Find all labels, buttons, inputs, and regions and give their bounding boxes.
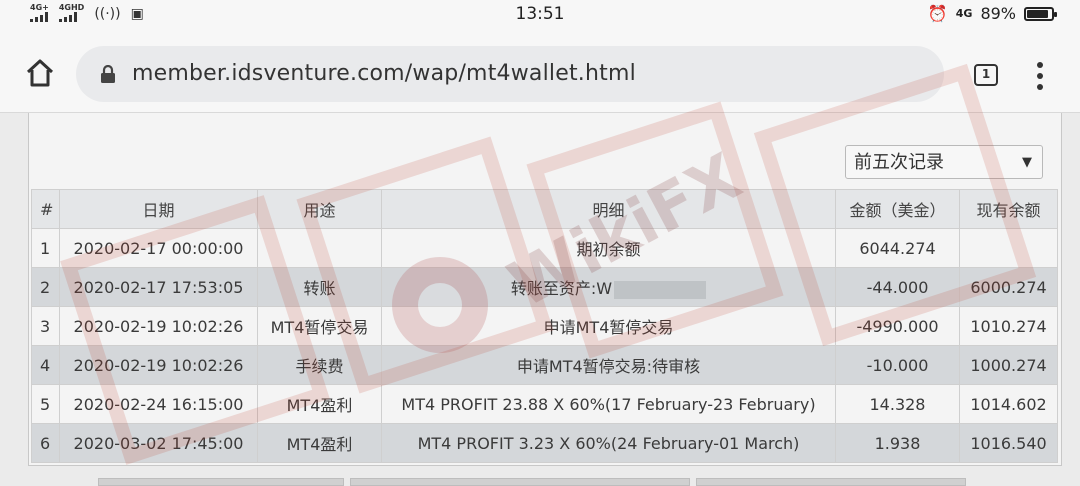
cell-detail: 申请MT4暂停交易 [381, 306, 836, 346]
cell-purpose: MT4盈利 [257, 423, 382, 463]
table-row: 5 2020-02-24 16:15:00 MT4盈利 MT4 PROFIT 2… [31, 384, 1058, 424]
table-row: 1 2020-02-17 00:00:00 期初余额 6044.274 [31, 228, 1058, 268]
col-header-purpose: 用途 [257, 189, 382, 229]
battery-percent: 89% [980, 4, 1016, 23]
col-header-no: # [31, 189, 60, 229]
lock-icon[interactable] [100, 65, 116, 83]
detail-text: 转账至资产:W [510, 279, 613, 298]
bottom-button-2[interactable] [350, 478, 690, 486]
cell-detail: MT4 PROFIT 23.88 X 60%(17 February-23 Fe… [381, 384, 836, 424]
cell-date: 2020-02-19 10:02:26 [59, 306, 258, 346]
cell-no: 4 [31, 345, 60, 385]
col-header-balance: 现有余额 [959, 189, 1058, 229]
cell-amount: -10.000 [835, 345, 960, 385]
cell-balance [959, 228, 1058, 268]
cell-purpose: MT4暂停交易 [257, 306, 382, 346]
clock: 13:51 [515, 4, 565, 24]
col-header-detail: 明细 [381, 189, 836, 229]
status-right: ⏰ 4G 89% [927, 4, 1057, 23]
cell-purpose: 转账 [257, 267, 382, 307]
bottom-buttons-strip [0, 478, 1080, 486]
cell-purpose: MT4盈利 [257, 384, 382, 424]
cell-date: 2020-02-19 10:02:26 [59, 345, 258, 385]
cell-balance: 1010.274 [959, 306, 1058, 346]
cell-no: 2 [31, 267, 60, 307]
bottom-button-1[interactable] [98, 478, 344, 486]
table-row: 4 2020-02-19 10:02:26 手续费 申请MT4暂停交易:待审核 … [31, 345, 1058, 385]
cell-amount: 14.328 [835, 384, 960, 424]
cell-detail: 申请MT4暂停交易:待审核 [381, 345, 836, 385]
tab-switcher-button[interactable]: 1 [974, 64, 998, 86]
table-row: 6 2020-03-02 17:45:00 MT4盈利 MT4 PROFIT 3… [31, 423, 1058, 463]
overflow-menu-icon[interactable] [1032, 62, 1048, 90]
wallet-table: # 日期 用途 明细 金额（美金） 现有余额 1 2020-02-17 00:0… [31, 189, 1058, 463]
cell-date: 2020-02-17 17:53:05 [59, 267, 258, 307]
cell-balance: 1014.602 [959, 384, 1058, 424]
cell-date: 2020-02-17 00:00:00 [59, 228, 258, 268]
alarm-icon: ⏰ [927, 4, 948, 23]
cell-date: 2020-02-24 16:15:00 [59, 384, 258, 424]
cell-amount: -44.000 [835, 267, 960, 307]
browser-toolbar: member.idsventure.com/wap/mt4wallet.html… [0, 30, 1080, 113]
redaction-block [614, 280, 707, 299]
network-icon: 4G [955, 7, 973, 20]
home-icon[interactable] [24, 58, 56, 88]
url-text[interactable]: member.idsventure.com/wap/mt4wallet.html [132, 61, 636, 86]
record-range-value: 前五次记录 [854, 152, 944, 173]
cell-no: 3 [31, 306, 60, 346]
table-header-row: # 日期 用途 明细 金额（美金） 现有余额 [31, 189, 1058, 229]
battery-icon [1024, 6, 1057, 21]
cell-amount: 1.938 [835, 423, 960, 463]
col-header-date: 日期 [59, 189, 258, 229]
cell-no: 5 [31, 384, 60, 424]
table-row: 3 2020-02-19 10:02:26 MT4暂停交易 申请MT4暂停交易 … [31, 306, 1058, 346]
bottom-button-3[interactable] [696, 478, 966, 486]
cell-no: 1 [31, 228, 60, 268]
cell-date: 2020-03-02 17:45:00 [59, 423, 258, 463]
col-header-amount: 金额（美金） [835, 189, 960, 229]
address-bar[interactable]: member.idsventure.com/wap/mt4wallet.html [76, 46, 944, 102]
cell-detail: 期初余额 [381, 228, 836, 268]
wallet-record-card: 前五次记录 ▼ # 日期 用途 明细 金额（美金） 现有余额 1 2020-02… [28, 113, 1062, 466]
cell-purpose: 手续费 [257, 345, 382, 385]
table-row: 2 2020-02-17 17:53:05 转账 转账至资产:W -44.000… [31, 267, 1058, 307]
dropdown-arrow-icon: ▼ [1022, 155, 1032, 170]
cell-detail: MT4 PROFIT 3.23 X 60%(24 February-01 Mar… [381, 423, 836, 463]
record-range-select[interactable]: 前五次记录 ▼ [845, 145, 1043, 179]
cell-balance: 1016.540 [959, 423, 1058, 463]
cell-amount: 6044.274 [835, 228, 960, 268]
cell-balance: 6000.274 [959, 267, 1058, 307]
cell-detail: 转账至资产:W [381, 267, 836, 307]
cell-amount: -4990.000 [835, 306, 960, 346]
status-bar: 4G+ 4GHD ((·)) ▣ 13:51 ⏰ 4G 89% [0, 0, 1080, 30]
cell-purpose [257, 228, 382, 268]
cell-balance: 1000.274 [959, 345, 1058, 385]
cell-no: 6 [31, 423, 60, 463]
